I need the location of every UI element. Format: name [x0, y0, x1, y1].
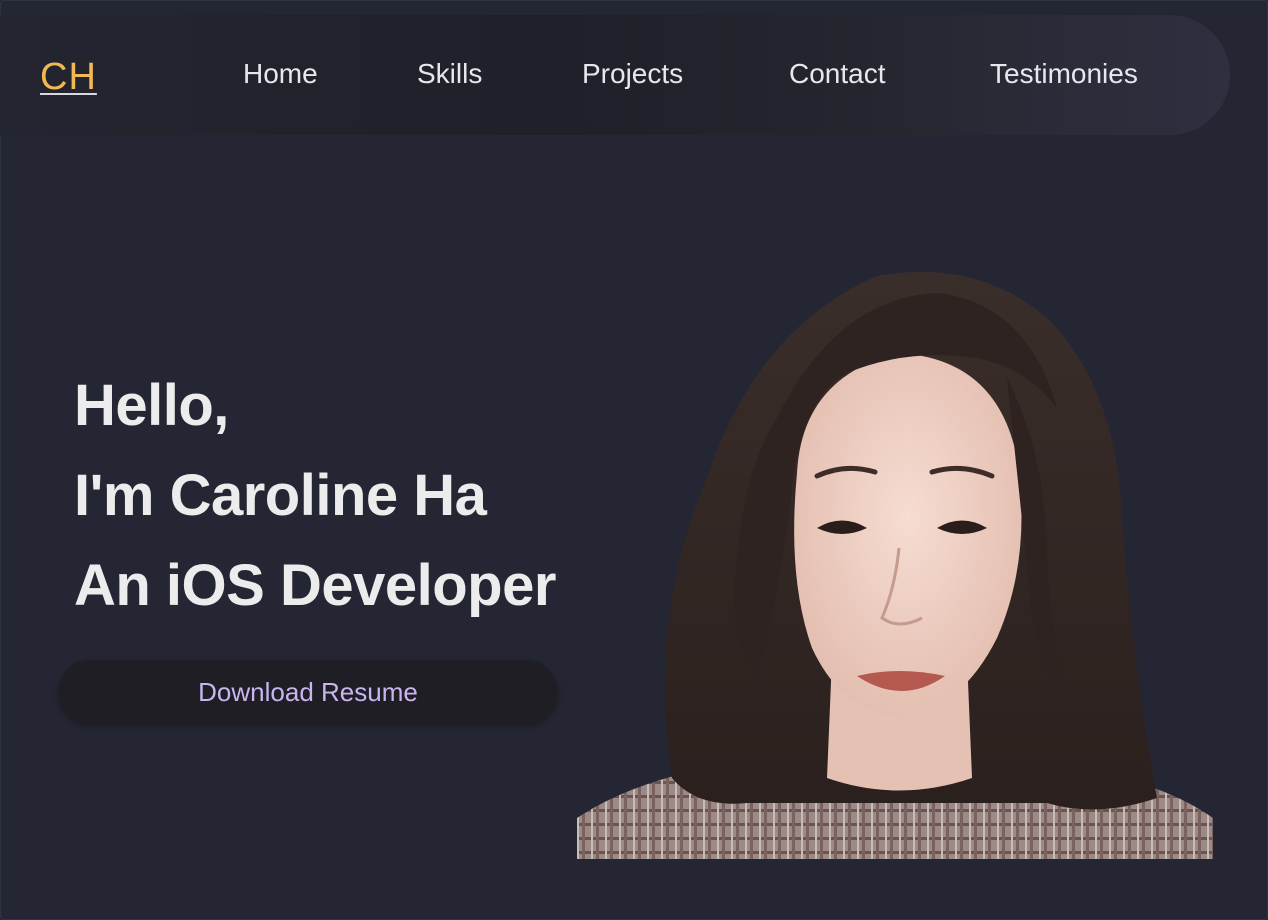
- nav-link-skills[interactable]: Skills: [417, 58, 482, 90]
- hero-greeting: Hello,: [74, 373, 229, 438]
- nav-link-contact[interactable]: Contact: [789, 58, 886, 90]
- nav-link-home[interactable]: Home: [243, 58, 318, 90]
- profile-photo: [577, 271, 1213, 859]
- nav-link-testimonies[interactable]: Testimonies: [990, 58, 1138, 90]
- download-resume-button[interactable]: Download Resume: [58, 660, 558, 725]
- hero-role: An iOS Developer: [74, 553, 556, 618]
- logo-link[interactable]: CH: [40, 56, 97, 99]
- hero-name: I'm Caroline Ha: [74, 463, 487, 528]
- nav-link-projects[interactable]: Projects: [582, 58, 683, 90]
